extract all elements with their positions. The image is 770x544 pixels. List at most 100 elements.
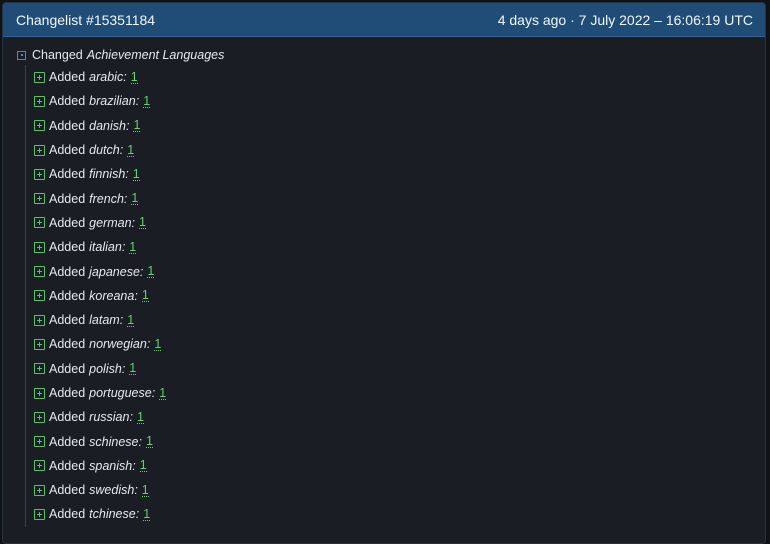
plus-box-icon	[34, 241, 45, 253]
changelist-title[interactable]: Changelist #15351184	[16, 12, 155, 28]
item-key: norwegian:	[89, 337, 151, 352]
item-value[interactable]: 1	[127, 143, 135, 157]
item-verb: Added	[49, 313, 86, 328]
list-item: Added schinese: 1	[34, 429, 765, 453]
plus-box-icon	[34, 411, 45, 423]
plus-box-icon	[34, 193, 45, 205]
plus-box-icon	[34, 71, 45, 83]
plus-box-icon	[34, 387, 45, 399]
item-key: russian:	[89, 410, 133, 425]
list-item: Added tchinese: 1	[34, 502, 765, 526]
changelist-header: Changelist #15351184 4 days ago · 7 July…	[3, 3, 765, 37]
item-key: latam:	[89, 313, 124, 328]
item-verb: Added	[49, 240, 86, 255]
timestamp: 7 July 2022 – 16:06:19 UTC	[578, 11, 753, 28]
item-value[interactable]: 1	[145, 435, 153, 449]
root-verb: Changed	[32, 48, 83, 62]
root-target: Achievement Languages	[86, 48, 225, 62]
item-value[interactable]: 1	[147, 265, 155, 279]
list-item: Added portuguese: 1	[34, 381, 765, 405]
list-item: Added arabic: 1	[34, 65, 765, 89]
item-key: arabic:	[89, 70, 127, 85]
item-key: japanese:	[89, 264, 144, 279]
item-verb: Added	[49, 215, 86, 230]
list-item: Added japanese: 1	[34, 259, 765, 283]
plus-box-icon	[34, 508, 45, 520]
item-verb: Added	[49, 118, 86, 133]
list-item: Added latam: 1	[34, 308, 765, 332]
item-verb: Added	[49, 94, 86, 109]
item-value[interactable]: 1	[154, 338, 162, 351]
item-verb: Added	[49, 386, 86, 400]
item-value[interactable]: 1	[141, 289, 149, 303]
item-key: spanish:	[89, 458, 136, 473]
list-item: Added german: 1	[34, 211, 765, 235]
item-value[interactable]: 1	[159, 386, 167, 400]
list-item: Added spanish: 1	[34, 454, 765, 478]
item-value[interactable]: 1	[129, 362, 137, 376]
item-key: tchinese:	[89, 507, 140, 522]
item-key: french:	[89, 191, 128, 206]
item-value[interactable]: 1	[139, 459, 147, 473]
item-verb: Added	[49, 191, 86, 206]
item-verb: Added	[49, 458, 86, 473]
plus-box-icon	[34, 168, 45, 180]
item-value[interactable]: 1	[143, 95, 151, 108]
list-item: Added italian: 1	[34, 235, 765, 259]
root-change-row: Changed Achievement Languages	[3, 46, 765, 64]
item-key: portuguese:	[89, 386, 156, 400]
item-value[interactable]: 1	[139, 216, 146, 230]
item-value[interactable]: 1	[130, 70, 138, 84]
item-key: swedish:	[89, 483, 138, 498]
item-value[interactable]: 1	[136, 411, 144, 424]
item-key: polish:	[89, 361, 126, 376]
item-value[interactable]: 1	[129, 240, 137, 254]
list-item: Added norwegian: 1	[34, 332, 765, 356]
item-key: dutch:	[89, 143, 124, 158]
item-value[interactable]: 1	[143, 508, 151, 521]
item-verb: Added	[49, 288, 86, 303]
plus-box-icon	[34, 314, 45, 326]
item-verb: Added	[49, 337, 86, 352]
plus-box-icon	[34, 460, 45, 472]
list-item: Added swedish: 1	[34, 478, 765, 502]
changelist-panel: Changelist #15351184 4 days ago · 7 July…	[2, 2, 766, 544]
plus-box-icon	[34, 363, 45, 375]
plus-box-icon	[34, 217, 45, 229]
list-item: Added polish: 1	[34, 357, 765, 381]
plus-box-icon	[34, 120, 45, 132]
changelist-body: Changed Achievement Languages Added arabi…	[3, 37, 765, 527]
item-verb: Added	[49, 264, 86, 279]
item-key: schinese:	[89, 434, 142, 449]
item-verb: Added	[49, 507, 86, 522]
list-item: Added danish: 1	[34, 114, 765, 138]
list-item: Added finnish: 1	[34, 162, 765, 186]
changelist-time: 4 days ago · 7 July 2022 – 16:06:19 UTC	[498, 12, 753, 28]
list-item: Added dutch: 1	[34, 138, 765, 162]
item-verb: Added	[49, 483, 86, 498]
item-verb: Added	[49, 143, 86, 158]
item-key: italian:	[89, 240, 126, 255]
plus-box-icon	[34, 95, 45, 107]
item-value[interactable]: 1	[131, 192, 139, 206]
plus-box-icon	[34, 144, 45, 156]
item-key: german:	[89, 215, 136, 230]
plus-box-icon	[34, 484, 45, 496]
list-item: Added russian: 1	[34, 405, 765, 429]
plus-box-icon	[34, 290, 45, 302]
item-key: koreana:	[89, 288, 138, 303]
item-value[interactable]: 1	[141, 483, 149, 497]
item-verb: Added	[49, 361, 86, 376]
item-value[interactable]: 1	[132, 168, 140, 181]
change-tree: Added arabic: 1 Added brazilian: 1 Added danish…	[25, 65, 765, 527]
plus-box-icon	[34, 436, 45, 448]
item-value[interactable]: 1	[127, 313, 135, 327]
item-verb: Added	[49, 410, 86, 425]
collapse-box-icon[interactable]	[17, 50, 26, 60]
list-item: Added french: 1	[34, 186, 765, 210]
relative-time: 4 days ago	[497, 11, 567, 28]
time-separator: ·	[570, 11, 575, 28]
item-value[interactable]: 1	[133, 119, 141, 133]
list-item: Added brazilian: 1	[34, 89, 765, 113]
item-key: danish:	[89, 118, 130, 133]
